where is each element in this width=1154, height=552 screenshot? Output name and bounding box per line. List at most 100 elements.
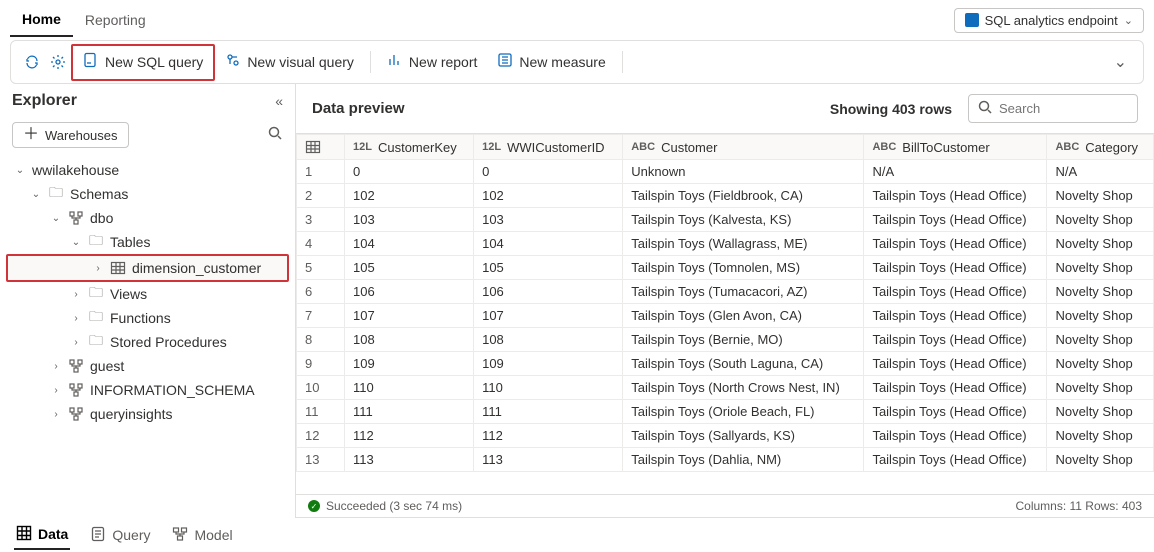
table-row[interactable]: 12112112Tailspin Toys (Sallyards, KS)Tai… xyxy=(297,424,1154,448)
bottom-tab-model[interactable]: Model xyxy=(170,522,234,549)
cell-customer: Tailspin Toys (Kalvesta, KS) xyxy=(623,208,864,232)
tree-item-stored-procedures[interactable]: › 🗀 Stored Procedures xyxy=(6,330,289,354)
new-measure-button[interactable]: New measure xyxy=(487,46,615,79)
table-row[interactable]: 8108108Tailspin Toys (Bernie, MO)Tailspi… xyxy=(297,328,1154,352)
preview-search[interactable] xyxy=(968,94,1138,123)
tree-item-functions[interactable]: › 🗀 Functions xyxy=(6,306,289,330)
cell-category: N/A xyxy=(1047,160,1154,184)
cell-category: Novelty Shop xyxy=(1047,328,1154,352)
settings-button[interactable] xyxy=(45,49,71,75)
tab-home[interactable]: Home xyxy=(10,3,73,37)
cell-customerkey: 108 xyxy=(345,328,474,352)
tree-item-information-schema[interactable]: › INFORMATION_SCHEMA xyxy=(6,378,289,402)
cell-wwicustomerid: 108 xyxy=(474,328,623,352)
cell-category: Novelty Shop xyxy=(1047,280,1154,304)
bottom-tabs: Data Query Model xyxy=(0,518,1154,552)
col-header-wwicustomerid[interactable]: 12LWWICustomerID xyxy=(474,135,623,160)
tree-item-schemas[interactable]: ⌄ 🗀 Schemas xyxy=(6,182,289,206)
table-row[interactable]: 5105105Tailspin Toys (Tomnolen, MS)Tails… xyxy=(297,256,1154,280)
cell-billtocustomer: Tailspin Toys (Head Office) xyxy=(864,280,1047,304)
new-report-button[interactable]: New report xyxy=(377,46,487,79)
bottom-tab-data[interactable]: Data xyxy=(14,521,70,550)
cell-wwicustomerid: 105 xyxy=(474,256,623,280)
col-header-customer[interactable]: ABCCustomer xyxy=(623,135,864,160)
chevron-right-icon: › xyxy=(50,361,62,372)
chevron-right-icon: › xyxy=(50,409,62,420)
schema-icon xyxy=(68,210,84,226)
table-icon xyxy=(305,139,321,155)
cell-billtocustomer: Tailspin Toys (Head Office) xyxy=(864,232,1047,256)
preview-rowcount: Showing 403 rows xyxy=(830,101,952,117)
preview-title: Data preview xyxy=(312,100,405,117)
endpoint-selector[interactable]: SQL analytics endpoint ⌄ xyxy=(954,8,1144,33)
chevron-down-icon: ⌄ xyxy=(50,213,62,224)
cell-customerkey: 103 xyxy=(345,208,474,232)
row-number: 5 xyxy=(297,256,345,280)
table-row[interactable]: 7107107Tailspin Toys (Glen Avon, CA)Tail… xyxy=(297,304,1154,328)
tree-item-guest[interactable]: › guest xyxy=(6,354,289,378)
table-row[interactable]: 100UnknownN/AN/A xyxy=(297,160,1154,184)
chevron-right-icon: › xyxy=(92,263,104,274)
cell-customer: Tailspin Toys (Wallagrass, ME) xyxy=(623,232,864,256)
new-sql-query-button[interactable]: New SQL query xyxy=(71,44,215,81)
cell-wwicustomerid: 103 xyxy=(474,208,623,232)
cell-billtocustomer: Tailspin Toys (Head Office) xyxy=(864,376,1047,400)
add-warehouses-button[interactable]: ＋ Warehouses xyxy=(12,122,129,148)
folder-icon: 🗀 xyxy=(88,310,104,326)
plus-icon: ＋ xyxy=(23,127,39,143)
cell-customer: Tailspin Toys (South Laguna, CA) xyxy=(623,352,864,376)
table-row[interactable]: 2102102Tailspin Toys (Fieldbrook, CA)Tai… xyxy=(297,184,1154,208)
cell-wwicustomerid: 0 xyxy=(474,160,623,184)
model-icon xyxy=(172,526,188,545)
col-header-billtocustomer[interactable]: ABCBillToCustomer xyxy=(864,135,1047,160)
report-icon xyxy=(387,52,403,73)
cell-category: Novelty Shop xyxy=(1047,400,1154,424)
preview-search-input[interactable] xyxy=(999,101,1129,116)
grid-icon xyxy=(16,525,32,544)
refresh-button[interactable] xyxy=(19,49,45,75)
cell-customer: Tailspin Toys (Sallyards, KS) xyxy=(623,424,864,448)
tab-reporting[interactable]: Reporting xyxy=(73,4,158,36)
new-visual-query-button[interactable]: New visual query xyxy=(215,46,364,79)
cell-wwicustomerid: 111 xyxy=(474,400,623,424)
data-grid[interactable]: 12LCustomerKey 12LWWICustomerID ABCCusto… xyxy=(296,133,1154,494)
explorer-panel: Explorer « ＋ Warehouses ⌄ wwilakehouse ⌄… xyxy=(0,84,296,518)
cell-billtocustomer: Tailspin Toys (Head Office) xyxy=(864,400,1047,424)
toolbar-overflow-button[interactable]: ⌄ xyxy=(1114,52,1135,72)
bottom-tab-query[interactable]: Query xyxy=(88,522,152,549)
tree-item-tables[interactable]: ⌄ 🗀 Tables xyxy=(6,230,289,254)
tree-item-queryinsights[interactable]: › queryinsights xyxy=(6,402,289,426)
table-row[interactable]: 13113113Tailspin Toys (Dahlia, NM)Tailsp… xyxy=(297,448,1154,472)
table-row[interactable]: 10110110Tailspin Toys (North Crows Nest,… xyxy=(297,376,1154,400)
table-row[interactable]: 9109109Tailspin Toys (South Laguna, CA)T… xyxy=(297,352,1154,376)
tree-label: INFORMATION_SCHEMA xyxy=(90,382,255,398)
tree-item-dbo[interactable]: ⌄ dbo xyxy=(6,206,289,230)
cell-customer: Unknown xyxy=(623,160,864,184)
cell-wwicustomerid: 104 xyxy=(474,232,623,256)
new-measure-label: New measure xyxy=(519,54,605,70)
cell-wwicustomerid: 109 xyxy=(474,352,623,376)
status-text: Succeeded (3 sec 74 ms) xyxy=(326,499,462,513)
chevron-down-icon: ⌄ xyxy=(1124,14,1133,27)
explorer-search-button[interactable] xyxy=(267,125,283,145)
table-row[interactable]: 11111111Tailspin Toys (Oriole Beach, FL)… xyxy=(297,400,1154,424)
add-warehouses-label: Warehouses xyxy=(45,128,118,143)
chevron-right-icon: › xyxy=(70,337,82,348)
collapse-explorer-button[interactable]: « xyxy=(275,93,283,109)
cell-category: Novelty Shop xyxy=(1047,424,1154,448)
col-header-customerkey[interactable]: 12LCustomerKey xyxy=(345,135,474,160)
table-row[interactable]: 4104104Tailspin Toys (Wallagrass, ME)Tai… xyxy=(297,232,1154,256)
cell-category: Novelty Shop xyxy=(1047,208,1154,232)
row-number: 12 xyxy=(297,424,345,448)
new-report-label: New report xyxy=(409,54,477,70)
cell-wwicustomerid: 110 xyxy=(474,376,623,400)
cell-customerkey: 109 xyxy=(345,352,474,376)
tree-item-views[interactable]: › 🗀 Views xyxy=(6,282,289,306)
cell-customerkey: 107 xyxy=(345,304,474,328)
tree-item-lakehouse[interactable]: ⌄ wwilakehouse xyxy=(6,158,289,182)
table-row[interactable]: 6106106Tailspin Toys (Tumacacori, AZ)Tai… xyxy=(297,280,1154,304)
col-header-category[interactable]: ABCCategory xyxy=(1047,135,1154,160)
cell-customerkey: 111 xyxy=(345,400,474,424)
table-row[interactable]: 3103103Tailspin Toys (Kalvesta, KS)Tails… xyxy=(297,208,1154,232)
tree-item-dimension-customer[interactable]: › dimension_customer xyxy=(6,254,289,282)
